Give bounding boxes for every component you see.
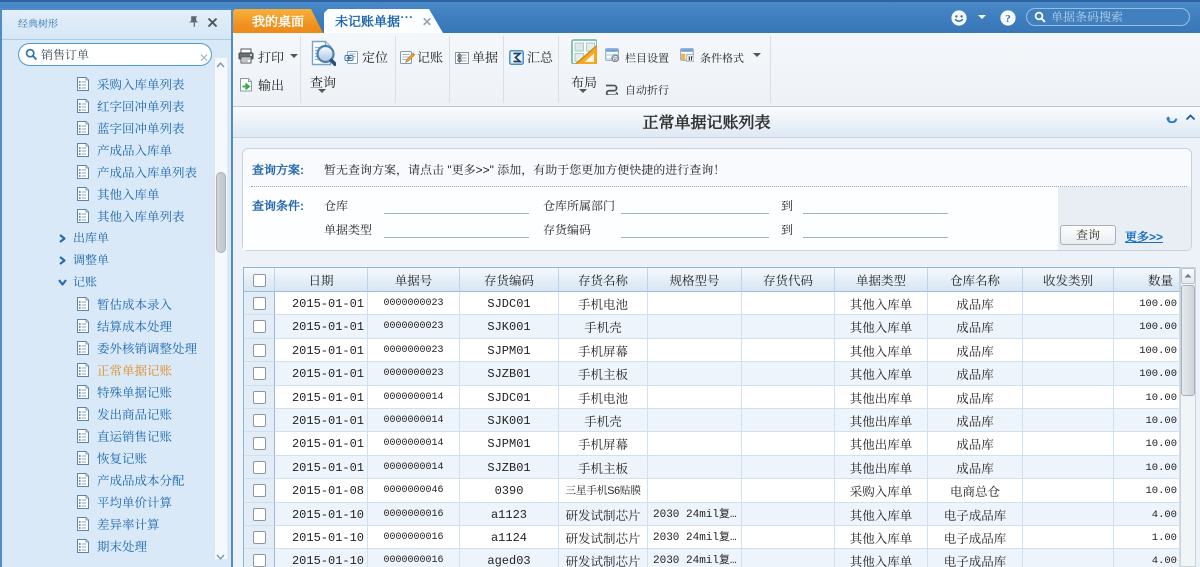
svg-text:@: @: [612, 55, 619, 62]
svg-text:?: ?: [1005, 13, 1011, 25]
svg-text:If: If: [688, 56, 694, 62]
